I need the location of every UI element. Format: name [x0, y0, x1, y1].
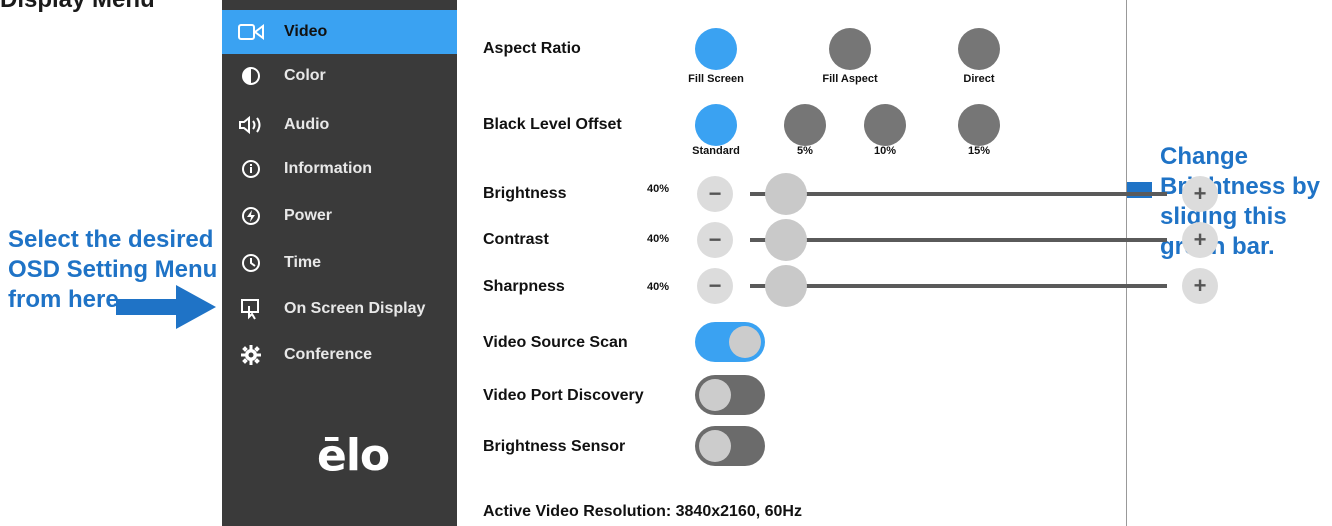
sidebar-item-color[interactable]: Color [222, 54, 457, 98]
clock-icon [238, 252, 264, 274]
sidebar-item-audio[interactable]: Audio [222, 103, 457, 147]
toggle-knob [729, 326, 761, 358]
black-level-10-option[interactable] [864, 104, 906, 146]
contrast-slider-thumb[interactable] [765, 219, 807, 261]
black-level-option-label: Standard [692, 145, 740, 157]
sidebar-item-label: Video [284, 23, 328, 40]
sidebar-item-label: On Screen Display [284, 300, 426, 317]
video-camera-icon [238, 21, 264, 43]
sidebar-item-label: Conference [284, 346, 373, 363]
aspect-direct-option[interactable] [958, 28, 1000, 70]
sidebar-item-power[interactable]: Power [222, 194, 457, 238]
brightness-slider-track[interactable] [750, 192, 1167, 196]
osd-sidebar: Video Color Audio Information Power Time… [222, 0, 457, 526]
toggle-knob [699, 430, 731, 462]
sharpness-slider-track[interactable] [750, 284, 1167, 288]
sidebar-item-video[interactable]: Video [222, 10, 457, 54]
black-level-option-label: 5% [797, 145, 813, 157]
sidebar-item-label: Power [284, 207, 333, 224]
plus-icon: + [1193, 181, 1207, 206]
sharpness-value: 40% [647, 281, 670, 293]
aspect-ratio-label: Aspect Ratio [483, 40, 581, 57]
video-source-scan-toggle[interactable] [695, 322, 765, 362]
brightness-increase-button[interactable]: + [1182, 176, 1218, 212]
sidebar-item-label: Color [284, 67, 326, 84]
sharpness-decrease-button[interactable]: − [697, 268, 733, 304]
aspect-option-label: Fill Aspect [822, 73, 878, 85]
brightness-sensor-toggle[interactable] [695, 426, 765, 466]
sidebar-item-on-screen-display[interactable]: On Screen Display [222, 287, 457, 331]
contrast-decrease-button[interactable]: − [697, 222, 733, 258]
brightness-decrease-button[interactable]: − [697, 176, 733, 212]
gear-icon [238, 344, 264, 366]
elo-logo: ēlo [317, 430, 390, 481]
plus-icon: + [1193, 227, 1207, 252]
minus-icon: − [708, 273, 722, 298]
info-icon [238, 158, 264, 180]
sidebar-item-label: Audio [284, 116, 330, 133]
sharpness-label: Sharpness [483, 278, 565, 295]
aspect-option-label: Direct [963, 73, 995, 85]
video-port-discovery-label: Video Port Discovery [483, 387, 644, 404]
black-level-15-option[interactable] [958, 104, 1000, 146]
black-level-option-label: 15% [967, 145, 991, 157]
brightness-label: Brightness [483, 185, 567, 202]
brightness-value: 40% [647, 183, 670, 195]
sharpness-slider-thumb[interactable] [765, 265, 807, 307]
aspect-option-label: Fill Screen [688, 73, 744, 85]
osd-window: Video Color Audio Information Power Time… [222, 0, 1218, 526]
black-level-option-label: 10% [873, 145, 897, 157]
black-level-5-option[interactable] [784, 104, 826, 146]
black-level-label: Black Level Offset [483, 116, 622, 133]
brightness-slider-thumb[interactable] [765, 173, 807, 215]
video-source-scan-label: Video Source Scan [483, 334, 628, 351]
power-icon [238, 205, 264, 227]
left-arrow-icon [116, 285, 216, 329]
sidebar-item-conference[interactable]: Conference [222, 333, 457, 377]
plus-icon: + [1193, 273, 1207, 298]
half-circle-icon [238, 65, 264, 87]
aspect-fill-aspect-option[interactable] [829, 28, 871, 70]
osd-touch-icon [238, 298, 264, 320]
speaker-icon [238, 114, 264, 136]
toggle-knob [699, 379, 731, 411]
aspect-fill-screen-option[interactable] [695, 28, 737, 70]
sidebar-item-label: Time [284, 254, 322, 271]
brightness-sensor-label: Brightness Sensor [483, 438, 626, 455]
video-port-discovery-toggle[interactable] [695, 375, 765, 415]
active-video-resolution: Active Video Resolution: 3840x2160, 60Hz [483, 503, 802, 520]
sidebar-item-label: Information [284, 160, 372, 177]
contrast-label: Contrast [483, 231, 549, 248]
black-level-standard-option[interactable] [695, 104, 737, 146]
page-top-heading: Display Menu [0, 0, 155, 14]
sidebar-item-time[interactable]: Time [222, 241, 457, 285]
contrast-increase-button[interactable]: + [1182, 222, 1218, 258]
sharpness-increase-button[interactable]: + [1182, 268, 1218, 304]
video-settings-panel: Aspect Ratio Fill Screen Fill Aspect Dir… [457, 0, 1218, 526]
minus-icon: − [708, 227, 722, 252]
sidebar-item-information[interactable]: Information [222, 147, 457, 191]
contrast-value: 40% [647, 233, 670, 245]
contrast-slider-track[interactable] [750, 238, 1167, 242]
minus-icon: − [708, 181, 722, 206]
